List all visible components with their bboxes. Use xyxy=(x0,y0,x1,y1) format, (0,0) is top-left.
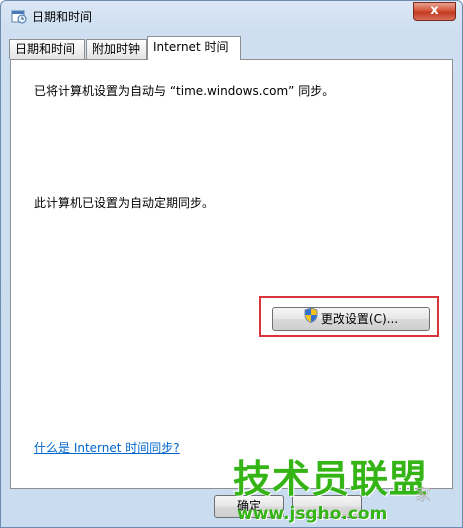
tab-label: Internet 时间 xyxy=(153,40,229,54)
tab-label: 日期和时间 xyxy=(15,42,76,56)
tab-internet-time[interactable]: Internet 时间 xyxy=(147,36,241,60)
date-time-dialog: 日期和时间 x 日期和时间 附加时钟 Internet 时间 已将计算机设置为自… xyxy=(0,0,463,528)
tab-date-and-time[interactable]: 日期和时间 xyxy=(9,39,85,59)
annotation-highlight-box xyxy=(259,296,439,337)
watermark-logo-text: 技术员联盟 xyxy=(233,457,429,501)
sync-status-text: 已将计算机设置为自动与 “time.windows.com” 同步。 xyxy=(34,84,335,98)
watermark-corner: 家 xyxy=(415,485,432,504)
tab-label: 附加时钟 xyxy=(92,42,141,56)
internet-time-help-link[interactable]: 什么是 Internet 时间同步? xyxy=(34,439,180,456)
watermark-url: www.jsgho.com xyxy=(237,504,388,524)
window-title: 日期和时间 xyxy=(32,10,93,24)
internet-time-panel: 已将计算机设置为自动与 “time.windows.com” 同步。 此计算机已… xyxy=(10,59,453,489)
schedule-status-text: 此计算机已设置为自动定期同步。 xyxy=(34,196,215,210)
title-bar[interactable]: 日期和时间 x xyxy=(1,1,462,31)
tab-additional-clocks[interactable]: 附加时钟 xyxy=(86,39,147,59)
close-icon: x xyxy=(430,3,439,18)
clock-icon xyxy=(11,8,27,24)
close-button[interactable]: x xyxy=(413,2,456,21)
